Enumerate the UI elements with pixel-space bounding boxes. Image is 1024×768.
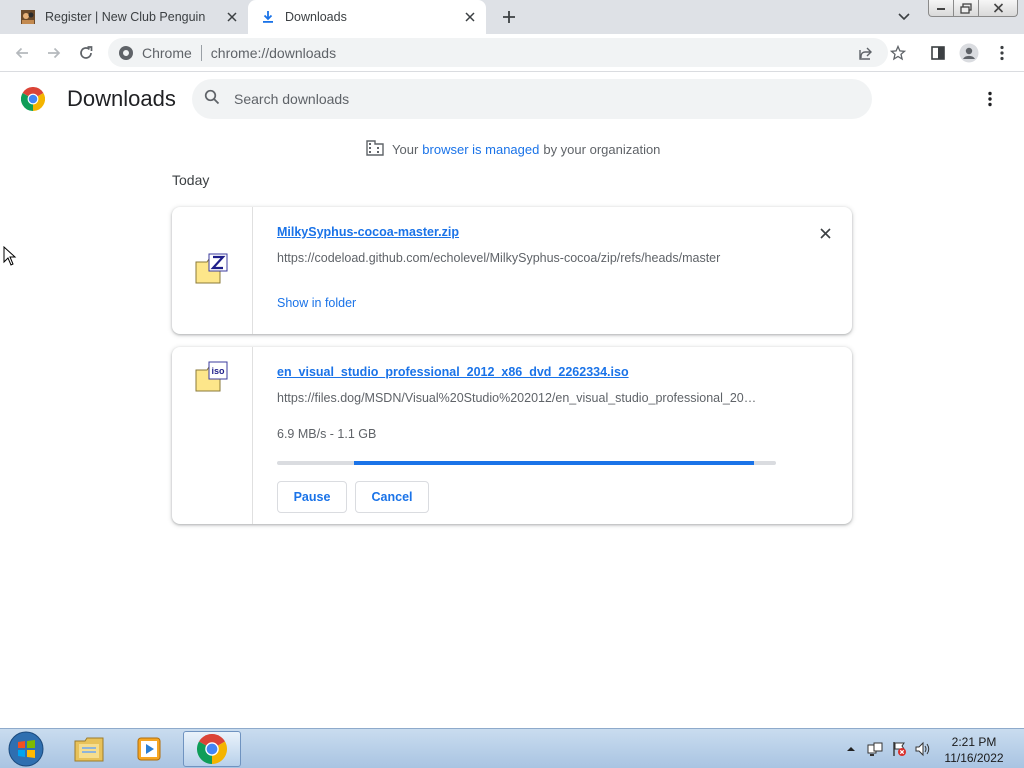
chrome-icon — [197, 734, 227, 764]
close-tab-icon[interactable] — [224, 9, 240, 25]
svg-text:iso: iso — [211, 366, 225, 376]
chrome-logo-icon — [20, 86, 46, 111]
download-speed-status: 6.9 MB/s - 1.1 GB — [277, 427, 377, 441]
taskbar-chrome[interactable] — [183, 731, 241, 767]
download-favicon-icon — [260, 9, 276, 25]
download-filename-link[interactable]: MilkySyphus-cocoa-master.zip — [277, 225, 459, 239]
side-panel-icon[interactable] — [928, 43, 948, 63]
mouse-pointer-icon — [3, 245, 17, 266]
action-center-flag-icon[interactable] — [890, 740, 908, 758]
file-icon-column: iso — [172, 347, 253, 524]
close-window-button[interactable] — [978, 0, 1018, 17]
cancel-button[interactable]: Cancel — [355, 481, 429, 513]
download-source-url[interactable]: https://files.dog/MSDN/Visual%20Studio%2… — [277, 391, 777, 405]
pause-button[interactable]: Pause — [277, 481, 347, 513]
windows-explorer-icon — [74, 737, 104, 762]
tab-title: Downloads — [285, 10, 347, 24]
site-info-chip[interactable]: Chrome — [108, 45, 192, 61]
omnibox-url[interactable]: chrome://downloads — [211, 45, 336, 61]
tab-search-chevron-down-icon[interactable] — [896, 9, 912, 25]
taskbar-media-player[interactable] — [120, 731, 178, 767]
chrome-gray-icon — [119, 45, 133, 60]
managed-notice: Your browser is managed by your organiza… — [366, 140, 660, 159]
downloads-header: Downloads — [0, 73, 1024, 125]
windows-logo-icon — [8, 731, 44, 767]
taskbar-clock[interactable]: 2:21 PM 11/16/2022 — [940, 734, 1008, 766]
search-icon — [204, 89, 220, 110]
omnibox-chip-label: Chrome — [142, 44, 192, 61]
iso-file-icon: iso — [195, 361, 229, 393]
download-filename-link[interactable]: en_visual_studio_professional_2012_x86_d… — [277, 365, 629, 379]
page-title: Downloads — [67, 86, 176, 111]
media-player-icon — [137, 737, 161, 761]
search-input[interactable] — [234, 91, 834, 107]
download-progress-fill — [354, 461, 754, 465]
reload-icon[interactable] — [76, 43, 96, 63]
tab-register[interactable]: Register | New Club Penguin — [12, 0, 248, 34]
search-downloads-box[interactable] — [192, 79, 872, 119]
system-tray — [842, 729, 938, 768]
tab-strip: Register | New Club Penguin Downloads — [0, 0, 1024, 34]
remove-from-list-close-icon[interactable] — [817, 225, 833, 241]
back-arrow-icon[interactable] — [12, 43, 32, 63]
clock-time: 2:21 PM — [951, 735, 997, 749]
bookmark-star-icon[interactable] — [888, 43, 908, 63]
browser-managed-link[interactable]: browser is managed — [422, 142, 539, 157]
profile-avatar-icon[interactable] — [959, 43, 979, 63]
managed-text-after: by your organization — [543, 142, 661, 157]
minimize-window-button[interactable] — [928, 0, 954, 17]
restore-window-button[interactable] — [953, 0, 979, 17]
club-penguin-favicon-icon — [20, 9, 36, 25]
file-icon-column — [172, 207, 253, 334]
download-item-card: iso en_visual_studio_professional_2012_x… — [172, 347, 852, 524]
forward-arrow-icon[interactable] — [44, 43, 64, 63]
tab-title: Register | New Club Penguin — [45, 10, 206, 24]
close-tab-icon[interactable] — [462, 9, 478, 25]
show-hidden-icons-chevron-up-icon[interactable] — [842, 740, 860, 758]
start-button[interactable] — [6, 731, 46, 767]
taskbar-windows-explorer[interactable] — [60, 731, 118, 767]
show-in-folder-link[interactable]: Show in folder — [277, 296, 356, 310]
network-icon[interactable] — [866, 740, 884, 758]
date-section-label: Today — [172, 172, 210, 188]
volume-speaker-icon[interactable] — [914, 740, 932, 758]
clock-date: 11/16/2022 — [944, 751, 1004, 765]
downloads-more-actions-icon[interactable] — [980, 89, 1000, 109]
omnibox-separator — [200, 44, 202, 61]
tab-downloads[interactable]: Downloads — [248, 0, 486, 34]
download-progress-bar — [277, 461, 776, 465]
building-icon — [366, 140, 384, 159]
new-tab-button[interactable] — [498, 7, 520, 27]
download-source-url[interactable]: https://codeload.github.com/echolevel/Mi… — [277, 251, 777, 265]
zip-file-icon — [195, 253, 229, 285]
browser-toolbar: Chrome chrome://downloads — [0, 34, 1024, 72]
share-icon[interactable] — [856, 43, 876, 63]
browser-menu-icon[interactable] — [992, 43, 1012, 63]
address-bar[interactable]: Chrome chrome://downloads — [108, 38, 888, 67]
managed-text-before: Your — [392, 142, 419, 157]
windows-taskbar: 2:21 PM 11/16/2022 — [0, 728, 1024, 768]
download-item-card: MilkySyphus-cocoa-master.zip https://cod… — [172, 207, 852, 334]
